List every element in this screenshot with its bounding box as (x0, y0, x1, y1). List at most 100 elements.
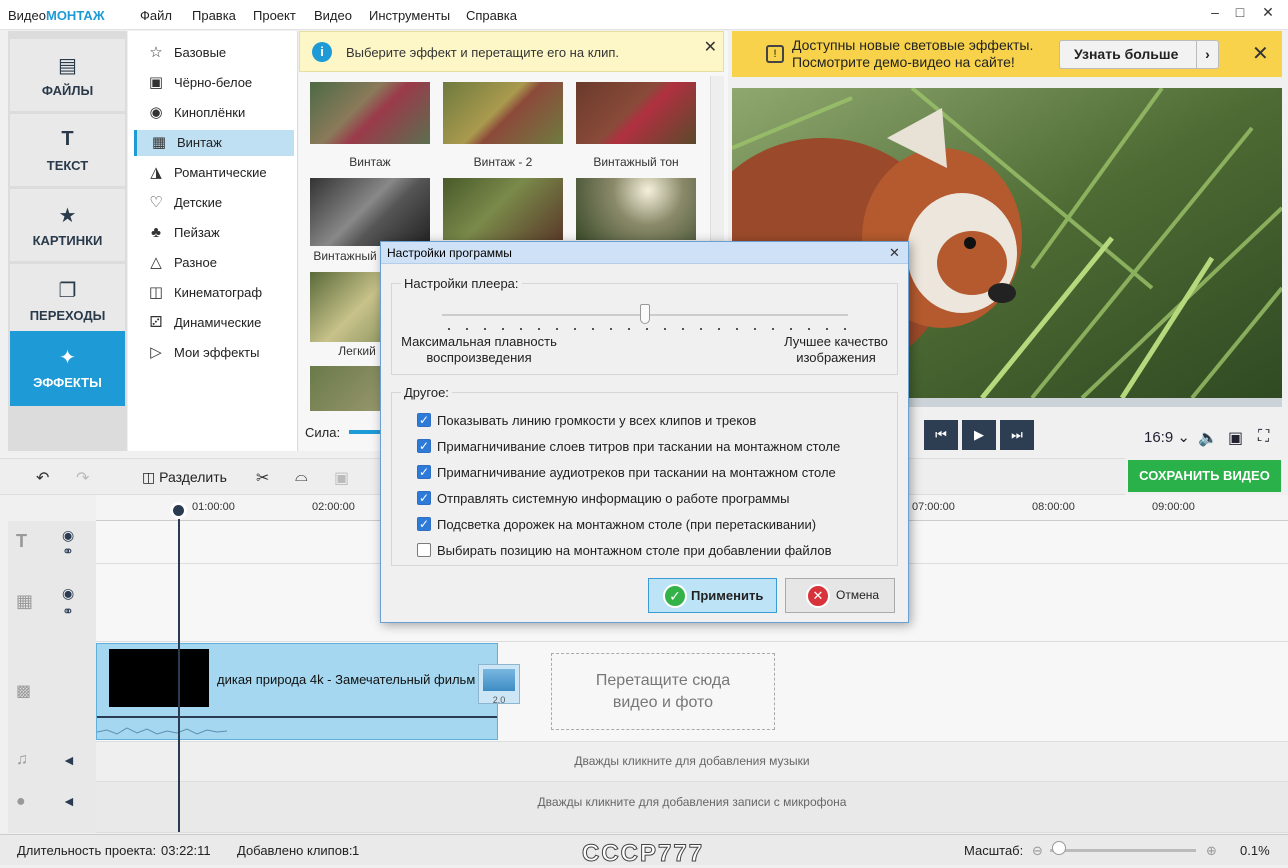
category-bw[interactable]: ▣ Чёрно-белое (134, 70, 294, 96)
close-icon[interactable]: ✕ (889, 245, 900, 261)
slider-tick (520, 328, 522, 330)
playback-quality-slider-thumb[interactable] (640, 304, 650, 324)
sidebar-item-pictures[interactable]: ★ КАРТИНКИ (10, 189, 125, 261)
category-film[interactable]: ◉ Киноплёнки (134, 100, 294, 126)
link-icon[interactable]: ⚭ (62, 543, 74, 560)
effect-thumb[interactable] (443, 178, 563, 240)
scissors-icon[interactable]: ✂ (256, 468, 269, 488)
redo-icon[interactable]: ↷ (76, 468, 89, 488)
zoom-in-icon[interactable]: ⊕ (1206, 843, 1217, 859)
eye-icon[interactable]: ◉ (62, 585, 74, 602)
zoom-slider-thumb[interactable] (1052, 841, 1066, 855)
slider-tick (448, 328, 450, 330)
magic-wand-icon: ✦ (59, 347, 76, 369)
video-clip[interactable]: дикая природа 4k - Замечательный фильм о (96, 643, 498, 740)
category-landscape[interactable]: ♣ Пейзаж (134, 220, 294, 246)
slider-tick (556, 328, 558, 330)
playhead-handle[interactable] (170, 502, 187, 519)
play-icon[interactable]: ▶ (962, 420, 996, 450)
apply-button[interactable]: ✓ Применить (648, 578, 777, 613)
checkbox[interactable] (417, 543, 431, 557)
dynamic-icon: ⚂ (149, 314, 163, 331)
menu-edit[interactable]: Правка (192, 8, 236, 23)
category-basic[interactable]: ☆ Базовые (134, 40, 294, 66)
slider-tick (610, 328, 612, 330)
category-my-effects[interactable]: ▷ Мои эффекты (134, 340, 294, 366)
split-button[interactable]: ◫ Разделить (142, 469, 227, 486)
slider-tick (790, 328, 792, 330)
effect-thumb[interactable] (576, 178, 696, 240)
effect-thumb-vintage-tone[interactable] (576, 82, 696, 144)
checkbox[interactable]: ✓ (417, 439, 431, 453)
zoom-out-icon[interactable]: ⊖ (1032, 843, 1043, 859)
learn-more-button[interactable]: Узнать больше › (1059, 40, 1219, 69)
zoom-slider[interactable] (1050, 849, 1196, 852)
other-settings-group: Другое: ✓ Показывать линию громкости у вс… (391, 385, 898, 566)
menu-video[interactable]: Видео (314, 8, 352, 23)
zoom-value: 0.1% (1240, 843, 1270, 858)
maximize-icon[interactable]: □ (1230, 4, 1250, 24)
link-icon[interactable]: ⚭ (62, 603, 74, 620)
transition-thumb[interactable]: 2.0 (478, 664, 520, 705)
menu-tools[interactable]: Инструменты (369, 8, 450, 23)
fill-icon[interactable]: ▣ (334, 468, 349, 488)
speaker-icon[interactable]: ◄ (62, 752, 76, 768)
volume-line[interactable] (97, 716, 497, 718)
volume-icon[interactable]: 🔈 (1198, 428, 1218, 448)
menu-help[interactable]: Справка (466, 8, 517, 23)
minimize-icon[interactable]: – (1205, 4, 1225, 24)
skip-forward-icon[interactable]: ⏭ (1000, 420, 1034, 450)
close-icon[interactable]: ✕ (1252, 41, 1269, 66)
skip-back-icon[interactable]: ⏮ (924, 420, 958, 450)
media-drop-zone[interactable]: Перетащите сюда видео и фото (551, 653, 775, 730)
effect-thumb-vintage-2[interactable] (443, 82, 563, 144)
cancel-button[interactable]: ✕ Отмена (785, 578, 895, 613)
bw-icon: ▣ (148, 74, 164, 91)
checkbox[interactable]: ✓ (417, 465, 431, 479)
checkbox[interactable]: ✓ (417, 517, 431, 531)
playhead[interactable] (178, 506, 180, 832)
check-icon: ✓ (663, 584, 687, 608)
menu-file[interactable]: Файл (140, 8, 172, 23)
crop-icon[interactable]: ⌓ (295, 468, 308, 486)
slider-left-label: Максимальная плавность воспроизведения (401, 334, 557, 365)
category-kids[interactable]: ♡ Детские (134, 190, 294, 216)
category-romantic[interactable]: ◮ Романтические (134, 160, 294, 186)
effects-hint: i Выберите эффект и перетащите его на кл… (299, 31, 724, 72)
checkbox[interactable]: ✓ (417, 491, 431, 505)
info-icon: i (312, 42, 332, 62)
effect-label: Винтаж (349, 155, 391, 169)
watermark: СССР777 (581, 840, 705, 868)
star-icon: ★ (58, 205, 77, 227)
category-cinema[interactable]: ◫ Кинематограф (134, 280, 294, 306)
sidebar-item-text[interactable]: T ТЕКСТ (10, 114, 125, 186)
snapshot-camera-icon[interactable]: ▣ (1228, 428, 1243, 448)
save-video-button[interactable]: СОХРАНИТЬ ВИДЕО (1128, 460, 1281, 492)
category-misc[interactable]: △ Разное (134, 250, 294, 276)
category-dynamic[interactable]: ⚂ Динамические (134, 310, 294, 336)
close-icon[interactable]: ✕ (1258, 4, 1278, 24)
fullscreen-icon[interactable]: ⛶ (1258, 428, 1269, 446)
slider-tick (700, 328, 702, 330)
undo-icon[interactable]: ↶ (36, 468, 49, 488)
sidebar-item-files[interactable]: ▤ ФАЙЛЫ (10, 39, 125, 111)
tick-label: 07:00:00 (912, 501, 955, 513)
checkbox[interactable]: ✓ (417, 413, 431, 427)
sidebar-item-effects[interactable]: ✦ ЭФФЕКТЫ (10, 331, 125, 406)
effect-thumb-vintage-bw[interactable] (310, 178, 430, 246)
clip-count: 1 (352, 843, 360, 858)
sidebar-item-label: ЭФФЕКТЫ (33, 375, 102, 390)
slider-right-label: Лучшее качество изображения (784, 334, 888, 365)
category-vintage[interactable]: ▦ Винтаж (134, 130, 294, 156)
sidebar-item-label: ПЕРЕХОДЫ (29, 308, 106, 323)
sidebar-item-transitions[interactable]: ❐ ПЕРЕХОДЫ (10, 264, 125, 336)
menu-project[interactable]: Проект (253, 8, 296, 23)
strength-slider[interactable] (349, 430, 381, 434)
speaker-icon[interactable]: ◄ (62, 793, 76, 809)
slider-tick (538, 328, 540, 330)
close-icon[interactable]: ✕ (704, 37, 717, 57)
effect-thumb-vintage[interactable] (310, 82, 430, 144)
eye-icon[interactable]: ◉ (62, 527, 74, 544)
aspect-ratio-select[interactable]: 16:9 ⌄ (1144, 428, 1190, 446)
slider-tick (484, 328, 486, 330)
